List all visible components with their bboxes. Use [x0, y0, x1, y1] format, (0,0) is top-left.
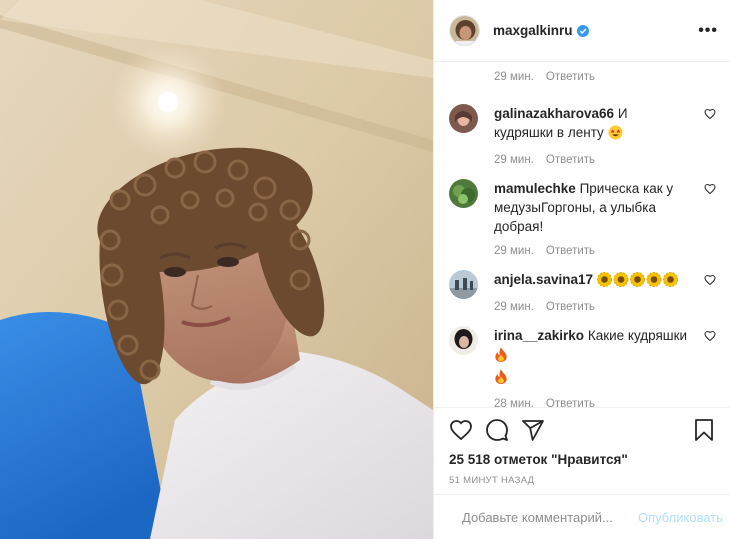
comment-username[interactable]: mamulechke — [494, 181, 576, 196]
comment-body: galinazakharova66 И кудряшки в ленту 29 … — [494, 104, 690, 167]
comment-reply-link[interactable]: Ответить — [546, 154, 595, 166]
comment-username[interactable]: galinazakharova66 — [494, 106, 614, 121]
caption-time: 29 мин. — [494, 71, 534, 84]
comment-text: galinazakharova66 И кудряшки в ленту — [494, 104, 690, 145]
like-comment-heart-icon[interactable] — [704, 274, 716, 286]
comment-meta: 28 мин. Ответить — [494, 397, 690, 407]
post-actions-area: 25 518 отметок "Нравится" 51 МИНУТ НАЗАД — [434, 407, 730, 494]
author-username[interactable]: maxgalkinru — [493, 23, 573, 38]
comment-meta: 29 мин. Ответить — [494, 244, 690, 258]
post-time-ago: 51 МИНУТ НАЗАД — [449, 475, 535, 487]
post-side-panel: maxgalkinru ••• 29 мин. Ответить galinaz… — [433, 0, 730, 539]
author-avatar[interactable] — [449, 15, 480, 47]
sunflower-emoji-icon — [596, 272, 679, 292]
commenter-avatar[interactable] — [449, 179, 478, 209]
star-struck-emoji-icon — [608, 125, 623, 145]
comment-username[interactable]: irina__zakirko — [494, 328, 584, 343]
commenter-avatar[interactable] — [449, 326, 478, 356]
commenter-avatar[interactable] — [449, 104, 478, 134]
post-photo[interactable] — [0, 0, 433, 539]
comment-text: anjela.savina17 — [494, 270, 690, 292]
comment-username[interactable]: anjela.savina17 — [494, 272, 593, 287]
comment-meta: 29 мин. Ответить — [494, 300, 690, 314]
verified-badge-icon — [576, 24, 589, 37]
likes-count[interactable]: 25 518 отметок "Нравится" — [449, 452, 716, 467]
caption-meta: 29 мин. Ответить — [449, 62, 716, 92]
comment-reply-link[interactable]: Ответить — [546, 398, 595, 407]
comment-item: anjela.savina17 29 мин. Ответить — [449, 258, 716, 314]
comment-input[interactable] — [462, 509, 638, 525]
share-icon[interactable] — [521, 418, 545, 442]
post-header: maxgalkinru ••• — [434, 0, 730, 63]
like-comment-heart-icon[interactable] — [704, 183, 716, 195]
comment-item: irina__zakirko Какие кудряшки 28 мин. От… — [449, 314, 716, 407]
comment-text: irina__zakirko Какие кудряшки — [494, 326, 690, 389]
comment-body: anjela.savina17 29 мин. Ответить — [494, 270, 690, 314]
comment-item: galinazakharova66 И кудряшки в ленту 29 … — [449, 92, 716, 167]
comment-body: mamulechke Прическа как у медузыГоргоны,… — [494, 179, 690, 258]
comment-time: 29 мин. — [494, 245, 534, 258]
comment-reply-link[interactable]: Ответить — [546, 301, 595, 313]
comments-list[interactable]: 29 мин. Ответить galinazakharova66 И куд… — [434, 62, 730, 407]
comment-reply-link[interactable]: Ответить — [546, 245, 595, 257]
comment-time: 28 мин. — [494, 398, 534, 408]
ellipsis-icon[interactable]: ••• — [698, 22, 718, 40]
author-avatar-image — [450, 16, 479, 46]
comment-icon[interactable] — [485, 418, 509, 442]
fire-emoji-icon — [494, 347, 508, 367]
fire-emoji-icon — [494, 369, 508, 389]
caption-reply-link[interactable]: Ответить — [546, 71, 595, 83]
commenter-avatar[interactable] — [449, 270, 478, 300]
comment-message: Какие кудряшки — [587, 328, 688, 344]
post-photo-illustration — [0, 0, 433, 539]
bookmark-icon[interactable] — [692, 418, 716, 442]
post-modal: maxgalkinru ••• 29 мин. Ответить galinaz… — [0, 0, 730, 539]
like-comment-heart-icon[interactable] — [704, 330, 716, 342]
comment-time: 29 мин. — [494, 154, 534, 167]
like-comment-heart-icon[interactable] — [704, 108, 716, 120]
comment-time: 29 мин. — [494, 301, 534, 314]
comment-body: irina__zakirko Какие кудряшки 28 мин. От… — [494, 326, 690, 407]
comment-meta: 29 мин. Ответить — [494, 153, 690, 167]
add-comment-bar: Опубликовать — [434, 494, 730, 539]
comment-item: mamulechke Прическа как у медузыГоргоны,… — [449, 167, 716, 258]
publish-button[interactable]: Опубликовать — [638, 510, 723, 525]
post-actions — [449, 408, 716, 450]
comment-text: mamulechke Прическа как у медузыГоргоны,… — [494, 179, 690, 236]
heart-icon[interactable] — [449, 418, 473, 442]
